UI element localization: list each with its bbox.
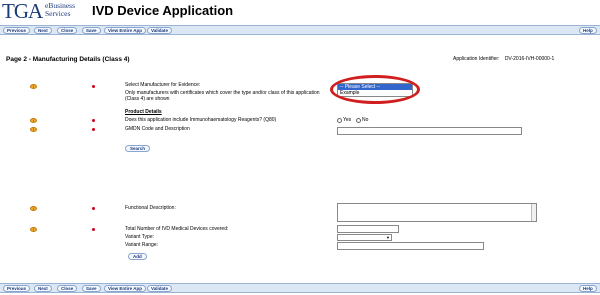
variant-type-select[interactable]: ▼ <box>337 234 392 241</box>
close-button[interactable]: Close <box>57 27 78 34</box>
gmdn-input[interactable] <box>337 127 522 135</box>
app-header: TGA eBusiness Services IVD Device Applic… <box>0 0 600 24</box>
page-title: Page 2 - Manufacturing Details (Class 4) <box>6 56 130 63</box>
next-button[interactable]: Next <box>34 27 52 34</box>
textarea-scrollbar[interactable] <box>531 204 536 221</box>
view-entire-app-button[interactable]: View Entire App <box>104 27 147 34</box>
required-marker-icon <box>92 128 95 131</box>
warning-icon[interactable] <box>30 206 37 211</box>
close-button[interactable]: Close <box>57 285 78 292</box>
top-toolbar: Previous Next Close Save View Entire App… <box>0 25 600 35</box>
save-button[interactable]: Save <box>82 27 101 34</box>
warning-icon[interactable] <box>30 127 37 132</box>
view-entire-app-button[interactable]: View Entire App <box>104 285 147 292</box>
chevron-down-icon: ▼ <box>386 235 390 240</box>
search-button[interactable]: Search <box>125 145 151 152</box>
required-marker-icon <box>92 85 95 88</box>
ebusiness-services-logo: eBusiness Services <box>45 2 75 17</box>
help-button[interactable]: Help <box>579 285 597 292</box>
variant-range-label: Variant Range: <box>125 242 158 248</box>
variant-range-input[interactable] <box>337 242 484 250</box>
validate-button[interactable]: Validate <box>147 285 173 292</box>
highlight-ring <box>330 75 420 104</box>
help-button[interactable]: Help <box>579 27 597 34</box>
warning-icon[interactable] <box>30 227 37 232</box>
app-title: IVD Device Application <box>92 3 234 18</box>
yes-label: Yes <box>343 117 352 123</box>
required-marker-icon <box>92 207 95 210</box>
no-radio[interactable] <box>356 118 361 123</box>
application-identifier: Application Identifier: DV-2016-IVH-0000… <box>453 56 554 62</box>
previous-button[interactable]: Previous <box>3 27 31 34</box>
warning-icon[interactable] <box>30 118 37 123</box>
manufacturer-label: Select Manufacturer for Evidence: <box>125 82 201 88</box>
manufacturer-note: Only manufacturers with certificates whi… <box>125 90 320 102</box>
total-devices-label: Total Number of IVD Medical Devices cove… <box>125 226 229 232</box>
app-identifier-value: DV-2016-IVH-00000-1 <box>504 56 555 62</box>
validate-button[interactable]: Validate <box>147 27 173 34</box>
required-marker-icon <box>92 228 95 231</box>
total-devices-input[interactable] <box>337 225 399 233</box>
previous-button[interactable]: Previous <box>3 285 31 292</box>
tga-logo: TGA <box>2 0 43 23</box>
bottom-toolbar: Previous Next Close Save View Entire App… <box>0 283 600 293</box>
product-details-heading: Product Details <box>125 109 162 115</box>
warning-icon[interactable] <box>30 84 37 89</box>
functional-description-textarea[interactable] <box>337 203 537 222</box>
gmdn-label: GMDN Code and Description <box>125 126 190 132</box>
add-button[interactable]: Add <box>128 253 147 260</box>
variant-type-label: Variant Type: <box>125 234 154 240</box>
required-marker-icon <box>92 119 95 122</box>
immuno-label: Does this application include Immunohaem… <box>125 117 277 123</box>
app-identifier-label: Application Identifier: <box>453 56 500 62</box>
functional-description-label: Functional Description: <box>125 205 176 211</box>
logo-line-2: Services <box>45 8 71 18</box>
save-button[interactable]: Save <box>82 285 101 292</box>
no-label: No <box>362 117 369 123</box>
yes-radio[interactable] <box>337 118 342 123</box>
next-button[interactable]: Next <box>34 285 52 292</box>
